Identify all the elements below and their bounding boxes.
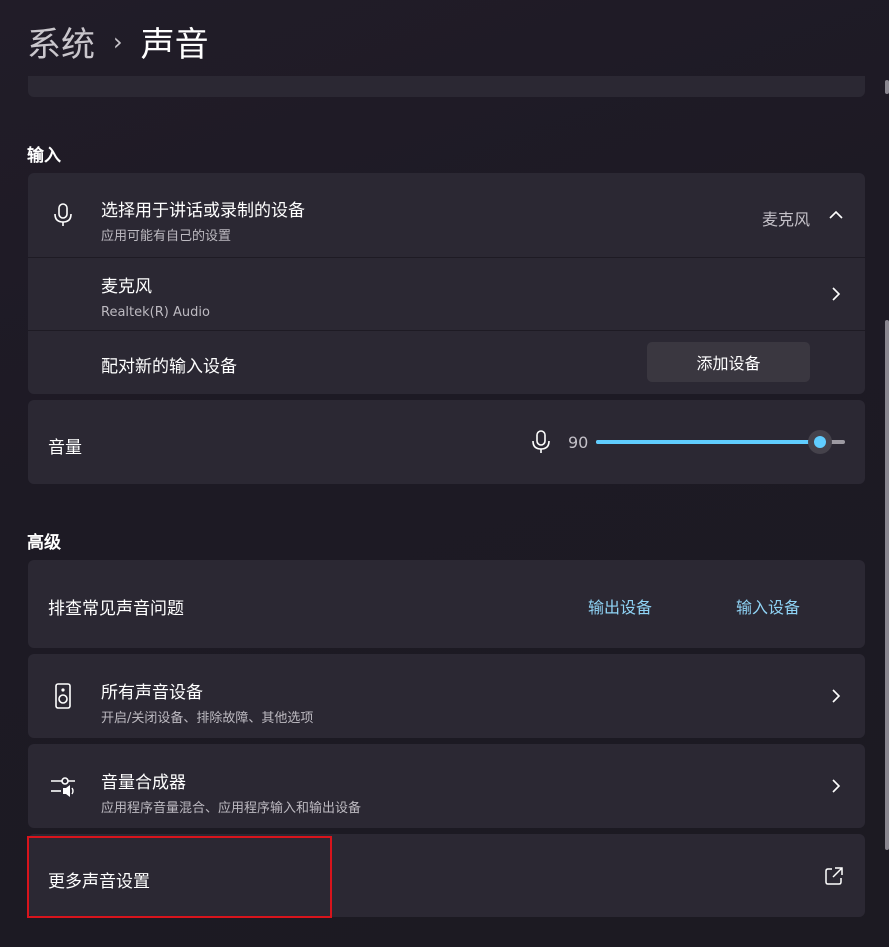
- input-device-chooser-subtitle: 应用可能有自己的设置: [101, 229, 232, 244]
- add-device-button[interactable]: 添加设备: [647, 342, 810, 382]
- all-sound-devices-subtitle: 开启/关闭设备、排除故障、其他选项: [101, 711, 314, 726]
- volume-slider-thumb-inner: [814, 436, 826, 448]
- chevron-right-icon[interactable]: [829, 779, 843, 793]
- input-volume-row: 音量 90: [28, 400, 865, 484]
- pair-new-input-row: 配对新的输入设备 添加设备: [28, 331, 865, 394]
- volume-mixer-icon: [50, 773, 76, 799]
- microphone-device-item[interactable]: 麦克风 Realtek(R) Audio: [28, 258, 865, 330]
- chevron-up-icon[interactable]: [829, 208, 843, 222]
- volume-slider-thumb[interactable]: [808, 430, 832, 454]
- input-volume-text: 音量: [48, 433, 82, 458]
- scrollbar-thumb[interactable]: [885, 320, 889, 850]
- volume-slider[interactable]: [596, 430, 845, 454]
- breadcrumb-system[interactable]: 系统: [27, 17, 95, 66]
- advanced-section-title: 高级: [27, 533, 61, 553]
- microphone-device-title: 麦克风: [101, 277, 152, 297]
- troubleshoot-text: 排查常见声音问题: [48, 594, 184, 619]
- volume-value-label: 90: [568, 433, 589, 452]
- all-sound-devices-title: 所有声音设备: [101, 683, 203, 703]
- troubleshoot-row: 排查常见声音问题 输出设备 输入设备: [28, 560, 865, 648]
- speaker-icon: [50, 683, 76, 709]
- page-title: 声音: [140, 24, 209, 65]
- input-section-title: 输入: [27, 146, 61, 166]
- highlight-annotation-box: [27, 836, 332, 918]
- input-device-chooser-text: 选择用于讲话或录制的设备 应用可能有自己的设置: [101, 196, 305, 244]
- pair-new-input-title: 配对新的输入设备: [101, 357, 237, 377]
- all-sound-devices-text: 所有声音设备 开启/关闭设备、排除故障、其他选项: [101, 678, 313, 726]
- breadcrumb: 系统 › 声音: [27, 17, 209, 66]
- chevron-right-icon[interactable]: [829, 689, 843, 703]
- microphone-device-subtitle: Realtek(R) Audio: [101, 305, 210, 320]
- input-device-chooser[interactable]: 选择用于讲话或录制的设备 应用可能有自己的设置 麦克风: [28, 173, 865, 257]
- input-volume-title: 音量: [48, 438, 82, 458]
- microphone-icon: [50, 202, 76, 228]
- troubleshoot-output-link[interactable]: 输出设备: [588, 594, 652, 618]
- pair-new-input-text: 配对新的输入设备: [101, 352, 237, 377]
- sound-settings-page: 系统 › 声音 输入 选择用于讲话或录制的设备 应用可能有自己的设置 麦克风 麦…: [0, 0, 889, 947]
- scrollbar-up-segment[interactable]: [885, 80, 889, 94]
- troubleshoot-input-link[interactable]: 输入设备: [736, 594, 800, 618]
- volume-mixer-subtitle: 应用程序音量混合、应用程序输入和输出设备: [101, 801, 362, 816]
- all-sound-devices-row[interactable]: 所有声音设备 开启/关闭设备、排除故障、其他选项: [28, 654, 865, 738]
- volume-slider-fill: [596, 440, 820, 444]
- volume-mixer-title: 音量合成器: [101, 773, 186, 793]
- open-external-icon[interactable]: [825, 867, 843, 885]
- breadcrumb-separator: ›: [113, 28, 123, 56]
- volume-microphone-icon[interactable]: [530, 429, 552, 455]
- microphone-device-text: 麦克风 Realtek(R) Audio: [101, 272, 210, 320]
- previous-card-stub: [28, 76, 865, 97]
- input-device-chooser-title: 选择用于讲话或录制的设备: [101, 201, 305, 221]
- selected-input-device: 麦克风: [761, 210, 810, 229]
- chevron-right-icon[interactable]: [829, 287, 843, 301]
- troubleshoot-title: 排查常见声音问题: [48, 599, 184, 619]
- volume-mixer-row[interactable]: 音量合成器 应用程序音量混合、应用程序输入和输出设备: [28, 744, 865, 828]
- volume-mixer-text: 音量合成器 应用程序音量混合、应用程序输入和输出设备: [101, 768, 361, 816]
